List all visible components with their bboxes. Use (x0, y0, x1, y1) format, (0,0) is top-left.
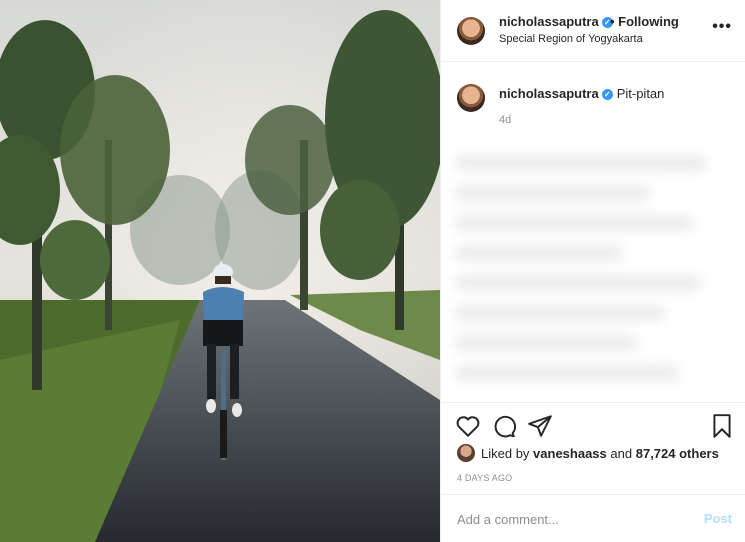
post-comment-button[interactable]: Post (704, 511, 732, 526)
author-username[interactable]: nicholassaputra (499, 14, 599, 29)
liker-username[interactable]: vaneshaass (533, 446, 607, 461)
liker-avatar[interactable] (457, 444, 475, 462)
paper-plane-icon[interactable] (527, 413, 553, 439)
author-username-row: nicholassaputra ✓ (499, 14, 613, 29)
caption-avatar[interactable] (457, 84, 485, 112)
separator-dot: • (610, 14, 619, 29)
instagram-post: nicholassaputra ✓ • Following Special Reg… (0, 0, 745, 542)
blurred-comments-area (455, 140, 735, 395)
verified-badge-icon: ✓ (601, 89, 613, 101)
caption-text: Pit-pitan (616, 86, 665, 101)
likes-joiner: and (610, 445, 633, 461)
likes-summary: Liked by vaneshaass and 87,724 others (457, 444, 719, 462)
following-status[interactable]: • Following (610, 14, 679, 29)
following-label: Following (618, 14, 679, 29)
comment-bar: Post (441, 494, 745, 542)
post-date[interactable]: 4 DAYS AGO (457, 473, 512, 483)
post-details-panel: nicholassaputra ✓ • Following Special Reg… (440, 0, 745, 542)
likes-count-link[interactable]: 87,724 others (636, 446, 719, 461)
likes-prefix: Liked by (481, 445, 530, 461)
post-header: nicholassaputra ✓ • Following Special Reg… (441, 0, 745, 62)
cyclist-road-photo (0, 0, 440, 542)
caption-time-ago[interactable]: 4d (499, 114, 511, 126)
caption-row: nicholassaputra ✓ Pit-pitan (499, 86, 664, 101)
comment-input[interactable] (455, 507, 689, 531)
post-location[interactable]: Special Region of Yogyakarta (499, 33, 643, 45)
caption-username[interactable]: nicholassaputra (499, 86, 599, 101)
post-actions-bar (441, 402, 745, 446)
author-avatar[interactable] (457, 17, 485, 45)
comment-icon[interactable] (491, 413, 517, 439)
post-photo[interactable] (0, 0, 440, 542)
bookmark-icon[interactable] (709, 413, 735, 439)
heart-icon[interactable] (455, 413, 481, 439)
more-options-icon[interactable]: ••• (712, 18, 732, 36)
